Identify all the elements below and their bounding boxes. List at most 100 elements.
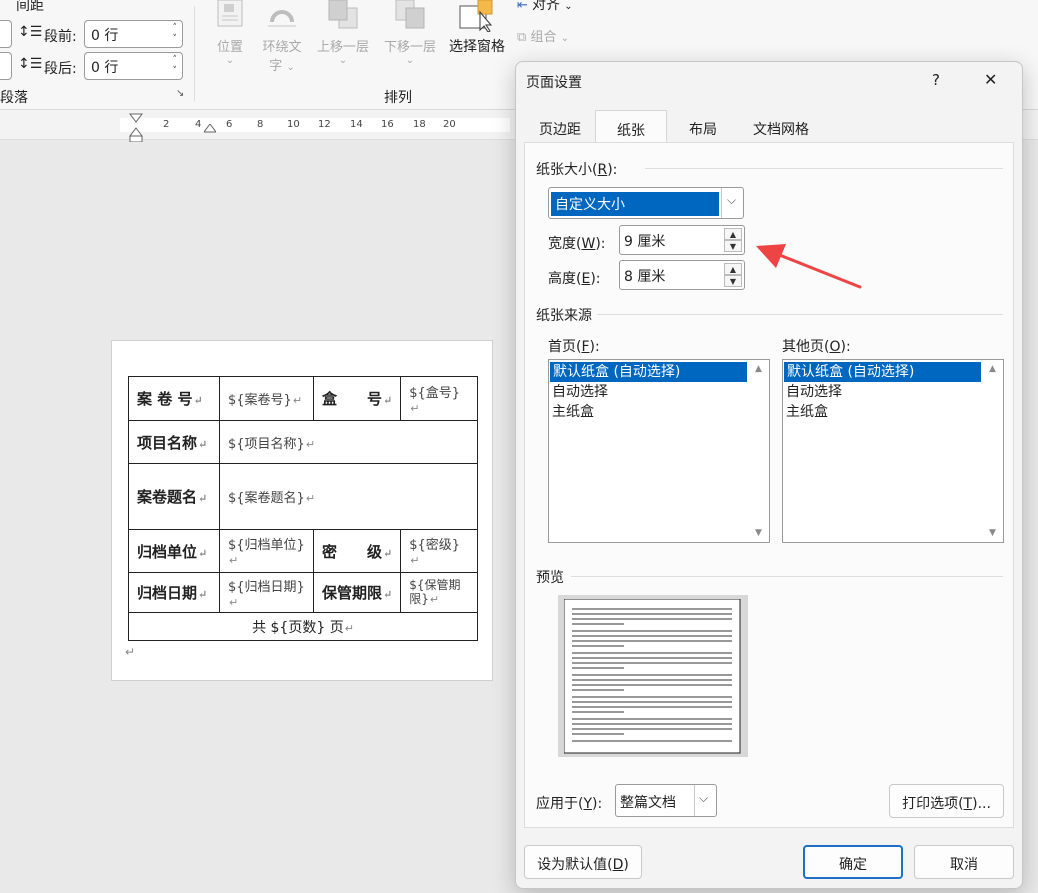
table-cell-value[interactable]: ${归档单位}↵	[219, 529, 314, 573]
table-cell-label[interactable]: 案 卷 号↵	[128, 376, 220, 421]
spacing-before-label: 段前:	[44, 29, 77, 45]
list-item[interactable]: 默认纸盒 (自动选择)	[550, 362, 747, 382]
ruler-tick: 10	[287, 119, 300, 130]
table-row: 归档单位↵ ${归档单位}↵ 密 级↵ ${密级}↵	[128, 529, 478, 573]
ruler-tick: 16	[381, 119, 394, 130]
document-page[interactable]: 案 卷 号↵ ${案卷号}↵ 盒 号↵ ${盒号}↵ 项目名称↵ ${项目名称}…	[111, 340, 493, 681]
wrap-text-label-2: 字	[269, 59, 283, 74]
first-page-label: 首页(F):	[548, 336, 600, 356]
dropdown-arrow-icon[interactable]: ⌵	[699, 791, 708, 806]
list-item[interactable]: 主纸盒	[549, 402, 769, 422]
tab-paper[interactable]: 纸张	[595, 110, 667, 143]
set-default-button[interactable]: 设为默认值(D)	[524, 845, 642, 879]
table-cell-value[interactable]: ${密级}↵	[400, 529, 478, 573]
table-cell-value[interactable]: ${归档日期}↵	[219, 572, 314, 613]
table-cell-label[interactable]: 归档单位↵	[128, 529, 220, 573]
cell-text: 案 卷 号	[137, 390, 193, 408]
list-item[interactable]: 自动选择	[783, 382, 1003, 402]
width-input[interactable]: 9 厘米 ▲ ▼	[619, 225, 745, 255]
table-cell-label[interactable]: 保管期限↵	[312, 572, 402, 613]
selection-pane-label: 选择窗格	[449, 39, 505, 55]
apply-to-value: 整篇文档	[620, 795, 676, 811]
table-cell-total[interactable]: 共 ${页数} 页↵	[128, 612, 478, 641]
scroll-up-icon[interactable]: ▲	[755, 364, 762, 374]
table-cell-value[interactable]: ${案卷号}↵	[219, 376, 314, 421]
access-key: Y	[583, 796, 593, 812]
ruler-tick: 6	[226, 119, 233, 130]
cell-text: 归档单位	[137, 542, 198, 561]
first-page-tray-list[interactable]: 默认纸盒 (自动选择) 自动选择 主纸盒 ▲ ▼	[548, 359, 770, 543]
spin-up-icon[interactable]: ▲	[724, 263, 742, 275]
cell-text: ${归档单位}	[228, 538, 305, 553]
scrollbar[interactable]: ▲ ▼	[983, 360, 1003, 542]
list-item[interactable]: 自动选择	[549, 382, 769, 402]
paper-size-select[interactable]: 自定义大小 ⌵	[548, 187, 744, 219]
label-text: 宽度(	[548, 236, 582, 252]
table-cell-value[interactable]: ${项目名称}↵	[219, 420, 478, 464]
list-item[interactable]: 默认纸盒 (自动选择)	[784, 362, 981, 382]
left-indent-spinner[interactable]	[0, 20, 12, 48]
scroll-up-icon[interactable]: ▲	[989, 364, 996, 374]
apply-to-select[interactable]: 整篇文档 ⌵	[615, 784, 717, 817]
close-icon[interactable]: ✕	[984, 70, 997, 89]
position-icon	[217, 0, 243, 27]
group-button[interactable]: ⧉ 组合 ⌄	[517, 26, 569, 45]
spacing-before-input[interactable]: 0 行 ˄ ˅	[84, 20, 183, 48]
tab-margins[interactable]: 页边距	[524, 110, 596, 143]
access-key: D	[612, 857, 624, 873]
dialog-launcher-icon[interactable]: ↘	[176, 88, 184, 99]
chevron-down-icon: ⌄	[560, 33, 569, 44]
chevron-down-icon: ⌄	[405, 55, 415, 66]
scrollbar[interactable]: ▲ ▼	[749, 360, 769, 542]
print-options-button[interactable]: 打印选项(T)...	[889, 784, 1004, 818]
hanging-indent-marker-icon[interactable]	[204, 124, 216, 134]
scroll-down-icon[interactable]: ▼	[989, 528, 996, 538]
selection-pane-button[interactable]: 选择窗格	[446, 0, 508, 56]
spin-up-icon[interactable]: ▲	[724, 228, 742, 240]
indent-marker-icon[interactable]	[128, 112, 144, 142]
table-cell-value[interactable]: ${盒号}↵	[400, 376, 478, 421]
ok-button[interactable]: 确定	[803, 845, 903, 879]
height-input[interactable]: 8 厘米 ▲ ▼	[619, 260, 745, 290]
return-mark: ↵	[305, 437, 316, 451]
tab-document-grid[interactable]: 文档网格	[738, 110, 824, 143]
spacing-after-input[interactable]: 0 行 ˄ ˅	[84, 52, 183, 80]
return-mark: ↵	[229, 554, 239, 567]
table-cell-label[interactable]: 项目名称↵	[128, 420, 220, 464]
other-pages-tray-list[interactable]: 默认纸盒 (自动选择) 自动选择 主纸盒 ▲ ▼	[782, 359, 1004, 543]
wrap-text-button[interactable]: 环绕文 字 ⌄	[258, 0, 306, 74]
table-cell-label[interactable]: 盒 号↵	[312, 376, 402, 421]
send-backward-label: 下移一层	[383, 40, 436, 55]
dropdown-arrow-icon[interactable]: ⌵	[727, 193, 736, 208]
table-cell-label[interactable]: 归档日期↵	[128, 572, 220, 613]
archive-cover-table[interactable]: 案 卷 号↵ ${案卷号}↵ 盒 号↵ ${盒号}↵ 项目名称↵ ${项目名称}…	[128, 376, 478, 641]
spin-down-icon[interactable]: ▼	[724, 275, 742, 287]
table-row: 案卷题名↵ ${案卷题名}↵	[128, 463, 478, 530]
position-button[interactable]: 位置 ⌄	[212, 0, 248, 66]
table-cell-label[interactable]: 密 级↵	[312, 529, 402, 573]
height-value: 8 厘米	[624, 269, 666, 285]
wrap-text-label: 环绕文	[262, 40, 302, 55]
tab-layout[interactable]: 布局	[668, 110, 738, 143]
label-text: 高度(	[548, 271, 582, 287]
return-mark: ↵	[198, 492, 208, 505]
table-cell-label[interactable]: 案卷题名↵	[128, 463, 220, 530]
table-cell-value[interactable]: ${案卷题名}↵	[219, 463, 478, 530]
spin-down-icon[interactable]: ▼	[724, 240, 742, 252]
list-item[interactable]: 主纸盒	[783, 402, 1003, 422]
cancel-button[interactable]: 取消	[914, 845, 1014, 879]
help-icon[interactable]: ?	[932, 71, 940, 89]
align-button[interactable]: ⇤ 对齐 ⌄	[517, 0, 573, 14]
cell-text: 密 级	[322, 542, 383, 561]
scroll-down-icon[interactable]: ▼	[755, 528, 762, 538]
spinner-arrows-icon[interactable]: ˄ ˅	[173, 55, 178, 77]
return-mark: ↵	[410, 554, 420, 567]
bring-forward-button[interactable]: 上移一层 ⌄	[313, 0, 373, 66]
page-preview-icon	[564, 599, 741, 754]
ruler-tick: 8	[257, 119, 264, 130]
spinner-arrows-icon[interactable]: ˄ ˅	[173, 23, 178, 45]
return-mark: ↵	[410, 401, 420, 415]
right-indent-spinner[interactable]	[0, 52, 12, 80]
send-backward-button[interactable]: 下移一层 ⌄	[380, 0, 440, 66]
table-cell-value[interactable]: ${保管期限}↵	[400, 572, 478, 613]
